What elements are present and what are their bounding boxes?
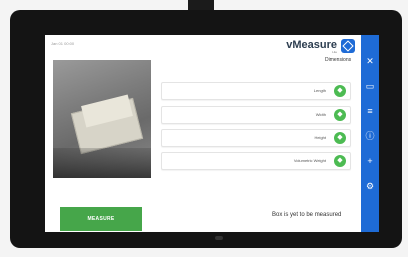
- app-screen: Jan 01 00:00 vMeasure Lite Dimensions Au…: [45, 35, 379, 232]
- cube-icon: ◆: [334, 132, 346, 144]
- row-label: Width: [315, 112, 326, 117]
- settings-icon[interactable]: ⚙: [364, 180, 376, 192]
- cube-icon: ◆: [334, 85, 346, 97]
- row-label: Height: [314, 135, 326, 140]
- measurement-status: Box is yet to be measured: [272, 212, 342, 218]
- row-label: Length: [313, 88, 326, 93]
- power-button[interactable]: [215, 236, 223, 240]
- logo-text: vMeasure: [286, 39, 337, 51]
- tablet-device: Jan 01 00:00 vMeasure Lite Dimensions Au…: [10, 10, 402, 248]
- cube-icon: ◆: [334, 155, 346, 167]
- close-icon[interactable]: ✕: [364, 55, 376, 67]
- section-title: Dimensions: [325, 57, 352, 63]
- measure-button[interactable]: MEASURE: [60, 207, 142, 231]
- dimension-row-length[interactable]: Length ◆: [161, 82, 351, 100]
- cart-icon[interactable]: ≡: [364, 105, 376, 117]
- sidebar: ✕ ▭ ≡ ⓘ + ⚙: [361, 35, 379, 232]
- app-logo: vMeasure Lite: [286, 39, 337, 55]
- camera-preview: [53, 60, 151, 178]
- plus-icon[interactable]: +: [364, 155, 376, 167]
- cube-icon: ◆: [334, 109, 346, 121]
- logo-mark-icon: [341, 39, 355, 53]
- status-bar: Jan 01 00:00: [51, 41, 75, 46]
- dimension-row-volumetric-weight[interactable]: Volumetric Weight ◆: [161, 152, 351, 170]
- dimension-row-width[interactable]: Width ◆: [161, 106, 351, 124]
- camera-shadow: [53, 148, 151, 178]
- tabs-icon[interactable]: ▭: [364, 80, 376, 92]
- dimension-row-height[interactable]: Height ◆: [161, 129, 351, 147]
- info-icon[interactable]: ⓘ: [364, 130, 376, 142]
- row-label: Volumetric Weight: [293, 158, 326, 163]
